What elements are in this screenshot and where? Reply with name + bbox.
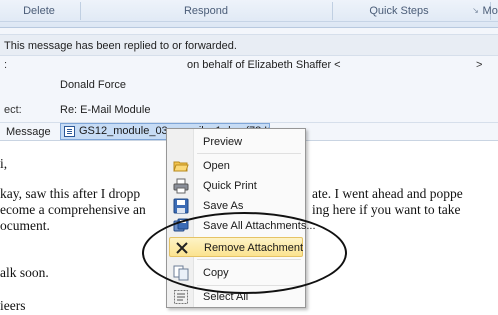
menu-item-quick-print[interactable]: Quick Print	[169, 176, 303, 196]
word-document-icon	[64, 126, 75, 137]
ribbon: Delete Respond Quick Steps ↘ Move	[0, 0, 498, 28]
subject-label: ect:	[4, 104, 22, 116]
menu-item-label: Quick Print	[203, 180, 257, 192]
ribbon-group-respond[interactable]: Respond	[82, 2, 330, 20]
menu-item-label: Open	[203, 160, 230, 172]
ribbon-group-quick-steps[interactable]: Quick Steps	[334, 2, 464, 20]
body-line: i,	[0, 156, 8, 171]
annotation-ellipse	[142, 212, 347, 294]
printer-icon	[173, 178, 189, 194]
body-line: ieers	[0, 298, 26, 313]
body-line: alk soon.	[0, 265, 49, 280]
from-value[interactable]: on behalf of Elizabeth Shaffer <	[187, 59, 341, 71]
info-bar[interactable]: This message has been replied to or forw…	[0, 34, 498, 56]
body-line: kay, saw this after I dropp	[0, 186, 141, 201]
select-all-icon	[174, 290, 188, 304]
from-end: >	[476, 59, 483, 71]
body-line-fragment: ate. I went ahead and poppe	[312, 186, 463, 201]
ribbon-group-delete[interactable]: Delete	[0, 2, 78, 20]
message-tab[interactable]: Message	[6, 124, 51, 140]
open-folder-icon	[173, 161, 189, 172]
body-line: ecome a comprehensive an	[0, 202, 146, 217]
from-label: :	[4, 59, 8, 71]
body-line: ocument.	[0, 218, 50, 233]
message-header: This message has been replied to or forw…	[0, 28, 498, 140]
menu-item-open[interactable]: Open	[169, 156, 303, 176]
save-icon	[173, 198, 189, 214]
ribbon-separator	[80, 2, 81, 20]
ribbon-separator	[332, 2, 333, 20]
subject-value: Re: E-Mail Module	[60, 104, 151, 116]
menu-separator	[197, 153, 301, 154]
ribbon-group-move[interactable]: Move	[466, 2, 498, 20]
menu-item-preview[interactable]: Preview	[169, 132, 303, 152]
to-value[interactable]: Donald Force	[60, 79, 126, 91]
menu-item-label: Preview	[203, 136, 243, 148]
body-line-fragment: ing here if you want to take	[312, 202, 461, 217]
